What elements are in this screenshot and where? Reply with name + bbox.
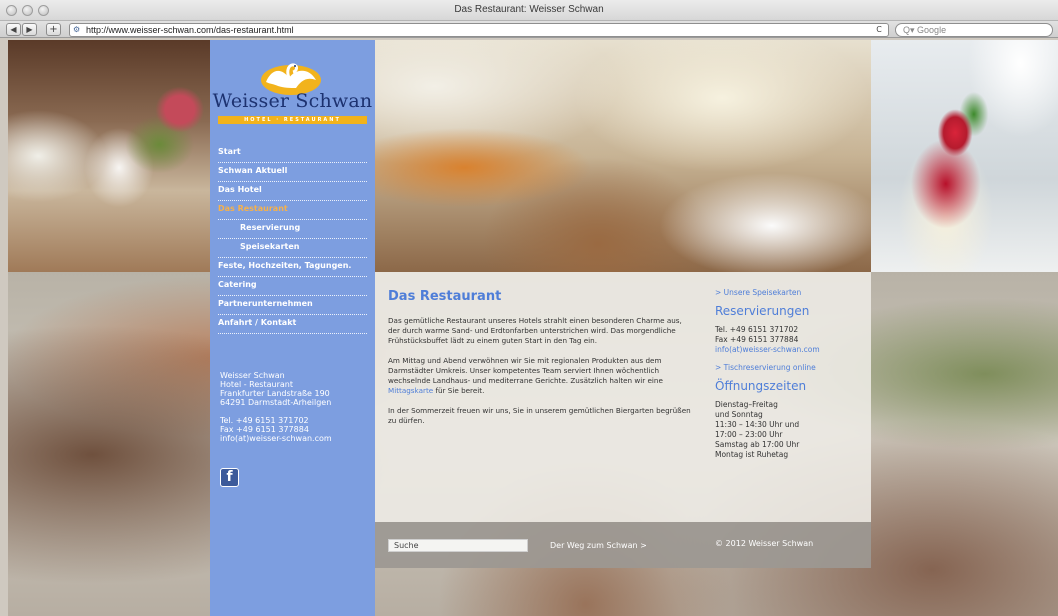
paragraph-2-end: für Sie bereit. [433,386,485,395]
search-engine-icon: Q▾ [903,25,915,35]
browser-search-input[interactable]: Q▾ Google [895,23,1053,37]
online-reservation-link[interactable]: > Tischreservierung online [715,363,865,373]
logo-name: Weisser Schwan [212,90,373,112]
opening-hours-line: 17:00 – 23:00 Uhr [715,430,783,439]
web-page: Weisser Schwan HOTEL · RESTAURANT Start … [8,40,1058,616]
reload-button[interactable]: C [873,24,885,35]
search-placeholder: Google [917,25,947,35]
mittagskarte-link[interactable]: Mittagskarte [388,386,433,395]
footer-bar: Suche Der Weg zum Schwan > © 2012 Weisse… [375,522,871,568]
sidebar: Weisser Schwan HOTEL · RESTAURANT Start … [210,40,375,616]
address-fax: Fax +49 6151 377884 [220,425,309,434]
reservations-heading: Reservierungen [715,304,810,318]
logo-tagline: HOTEL · RESTAURANT [218,116,367,124]
title-bar: Das Restaurant: Weisser Schwan [0,0,1058,21]
browser-window: Das Restaurant: Weisser Schwan ◀ ▶ + ⚙ h… [0,0,1058,616]
nav-item-anfahrt-kontakt[interactable]: Anfahrt / Kontakt [218,315,367,334]
directions-link[interactable]: Der Weg zum Schwan > [550,541,647,550]
nav-item-feste[interactable]: Feste, Hochzeiten, Tagungen. [218,258,367,277]
opening-hours-line: 11:30 – 14:30 Uhr und [715,420,800,429]
facebook-icon[interactable]: f [220,468,239,487]
nav-item-speisekarten[interactable]: Speisekarten [218,239,367,258]
back-button[interactable]: ◀ [6,23,21,36]
nav-item-schwan-aktuell[interactable]: Schwan Aktuell [218,163,367,182]
address-street: Frankfurter Landstraße 190 [220,389,330,398]
nav-item-das-restaurant[interactable]: Das Restaurant [218,201,367,220]
nav-item-catering[interactable]: Catering [218,277,367,296]
photo-table-setting [8,40,210,272]
reservations-fax: Fax +49 6151 377884 [715,335,799,344]
address-tel: Tel. +49 6151 371702 [220,416,309,425]
sidebar-address: Weisser Schwan Hotel - Restaurant Frankf… [220,371,370,443]
info-column: > Unsere Speisekarten Reservierungen Tel… [715,288,865,460]
address-name: Weisser Schwan [220,371,285,380]
nav-item-partnerunternehmen[interactable]: Partnerunternehmen [218,296,367,315]
address-email[interactable]: info(at)weisser-schwan.com [220,434,370,443]
nav-item-start[interactable]: Start [218,144,367,163]
nav-item-das-hotel[interactable]: Das Hotel [218,182,367,201]
opening-hours-line: Dienstag–Freitag [715,400,778,409]
aside-spacer [715,355,865,363]
opening-hours-line: Montag ist Ruhetag [715,450,789,459]
window-title: Das Restaurant: Weisser Schwan [454,4,604,15]
address-type: Hotel - Restaurant [220,380,293,389]
logo[interactable]: Weisser Schwan HOTEL · RESTAURANT [210,40,375,130]
photo-restaurant-interior [375,40,871,272]
address-spacer [220,407,370,416]
opening-hours-heading: Öffnungszeiten [715,379,807,393]
content-paragraph-2: Am Mittag und Abend verwöhnen wir Sie mi… [388,356,691,396]
content-text: Das gemütliche Restaurant unseres Hotels… [388,316,691,436]
address-bar[interactable]: ⚙ http://www.weisser-schwan.com/das-rest… [69,23,889,37]
speisekarten-link[interactable]: > Unsere Speisekarten [715,288,865,298]
opening-hours-line: Samstag ab 17:00 Uhr [715,440,800,449]
site-icon: ⚙ [73,25,81,34]
page-title: Das Restaurant [388,289,502,304]
address-city: 64291 Darmstadt-Arheilgen [220,398,332,407]
main-navigation: Start Schwan Aktuell Das Hotel Das Resta… [218,144,367,334]
reservations-email-link[interactable]: info(at)weisser-schwan.com [715,345,865,355]
content-panel: Das Restaurant Das gemütliche Restaurant… [375,272,871,522]
site-search-input[interactable]: Suche [388,539,528,552]
content-paragraph-1: Das gemütliche Restaurant unseres Hotels… [388,316,682,345]
nav-item-reservierung[interactable]: Reservierung [218,220,367,239]
reservations-tel: Tel. +49 6151 371702 [715,325,799,334]
opening-hours-line: und Sonntag [715,410,763,419]
browser-toolbar: ◀ ▶ + ⚙ http://www.weisser-schwan.com/da… [0,21,1058,38]
paragraph-2-start: Am Mittag und Abend verwöhnen wir Sie mi… [388,356,663,385]
add-bookmark-button[interactable]: + [46,23,61,36]
forward-button[interactable]: ▶ [22,23,37,36]
url-text: http://www.weisser-schwan.com/das-restau… [86,25,294,35]
content-paragraph-3: In der Sommerzeit freuen wir uns, Sie in… [388,406,691,425]
photo-dessert [871,40,1058,272]
copyright-text: © 2012 Weisser Schwan [715,539,814,548]
